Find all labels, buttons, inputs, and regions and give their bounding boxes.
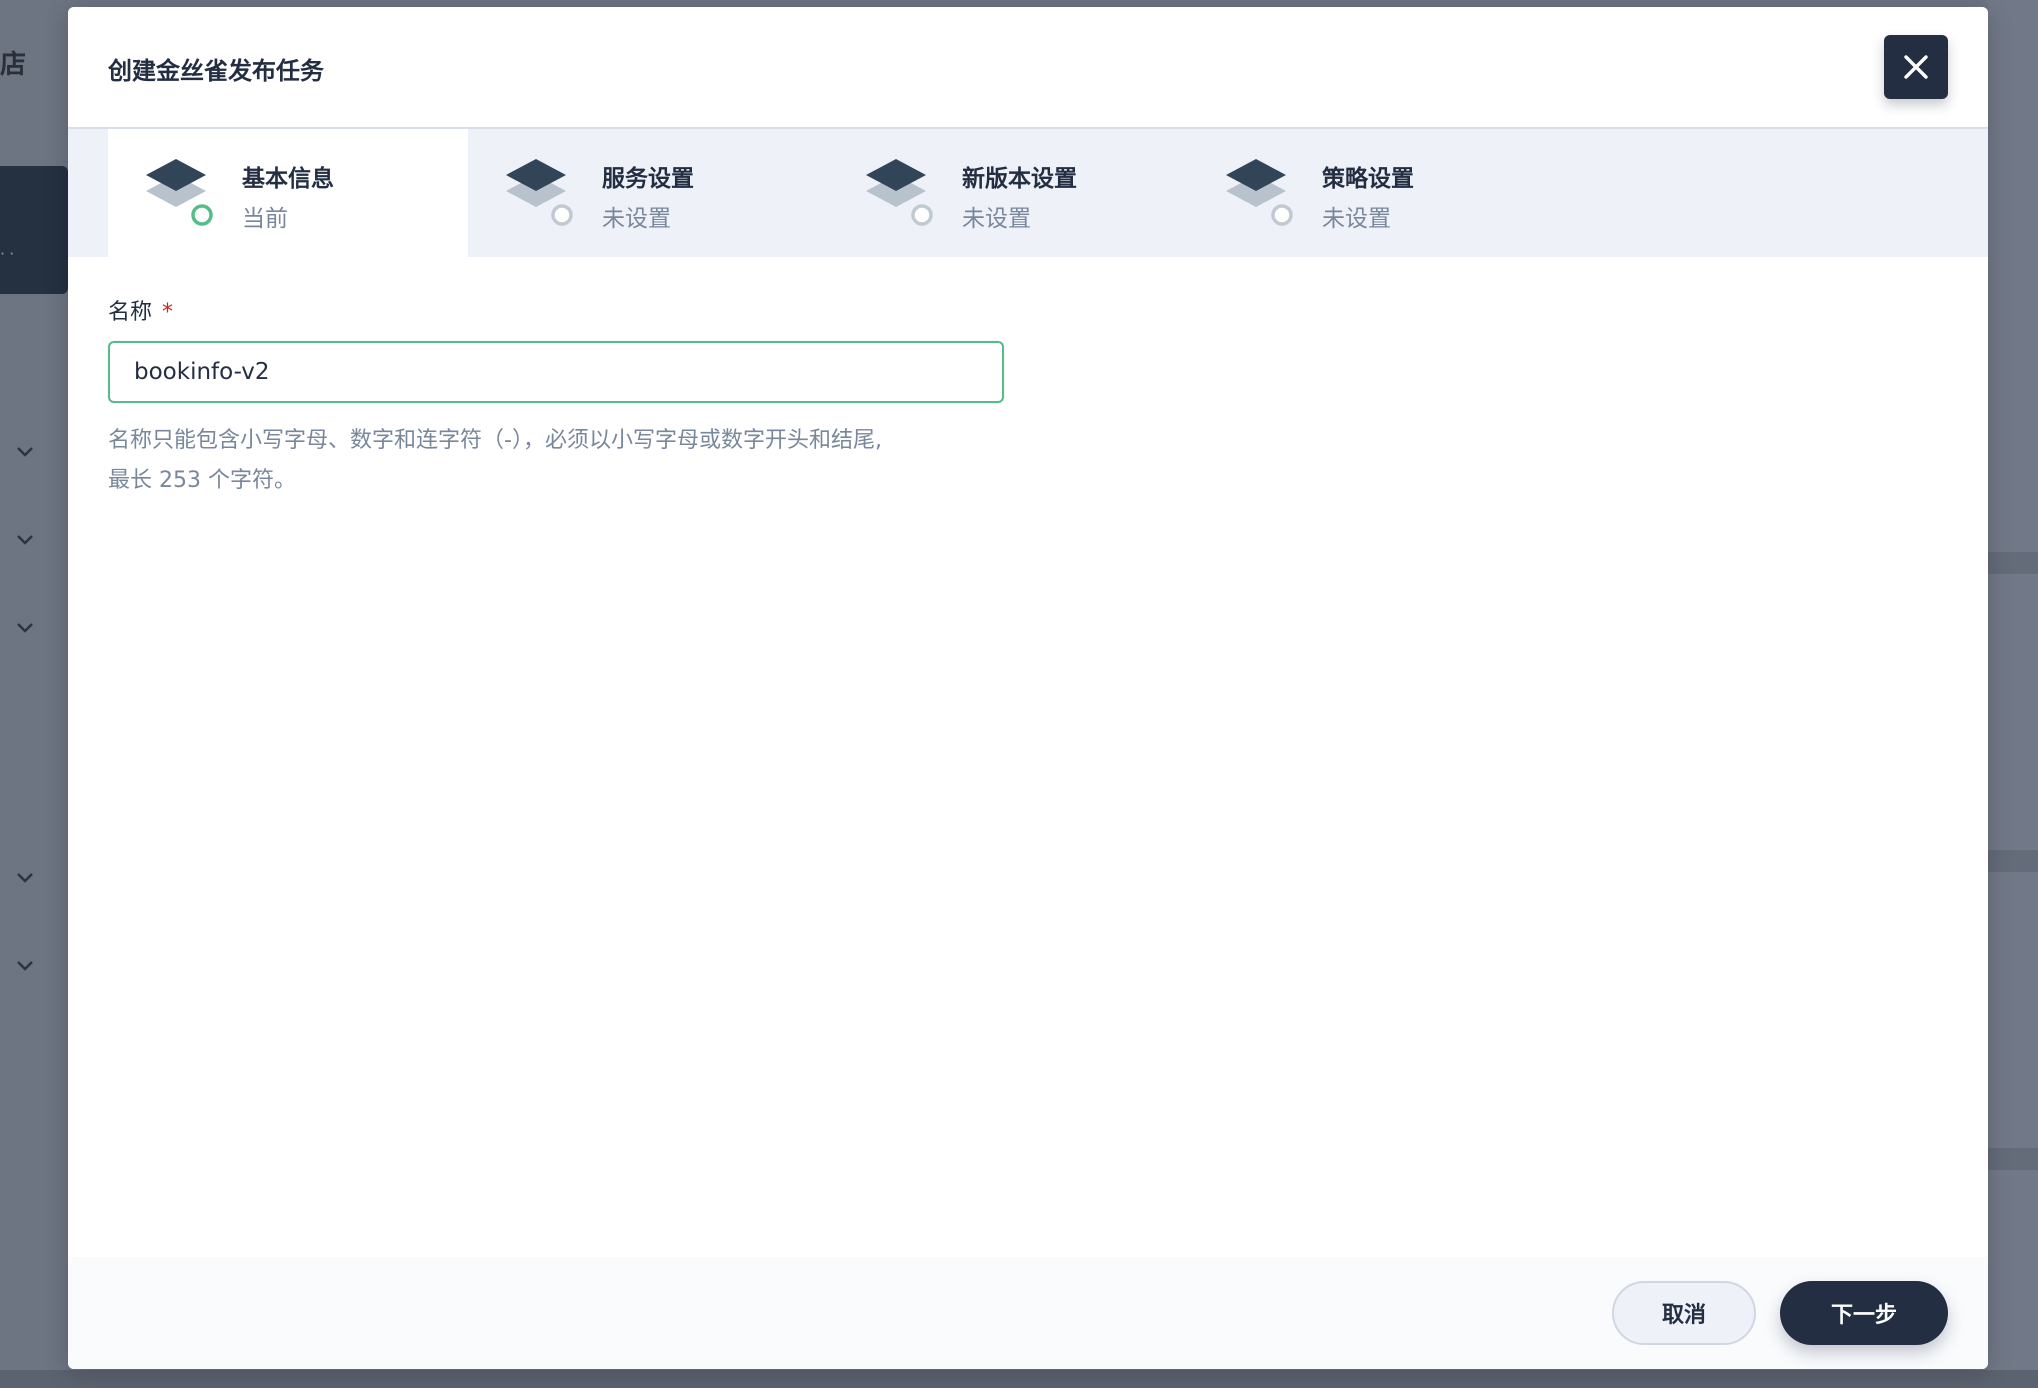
layers-icon bbox=[146, 159, 213, 226]
step-name: 策略设置 bbox=[1322, 166, 1414, 192]
modal-title: 创建金丝雀发布任务 bbox=[108, 57, 324, 85]
chevron-down-icon bbox=[14, 866, 36, 888]
layers-icon bbox=[1226, 159, 1293, 226]
step-new-version-settings[interactable]: 新版本设置 未设置 bbox=[828, 129, 1188, 257]
required-mark: * bbox=[162, 300, 174, 325]
step-name: 新版本设置 bbox=[962, 166, 1077, 192]
name-field-hint: 名称只能包含小写字母、数字和连字符（-），必须以小写字母或数字开头和结尾, 最长… bbox=[108, 421, 1008, 501]
chevron-down-icon bbox=[14, 528, 36, 550]
step-status: 当前 bbox=[242, 206, 288, 232]
step-status: 未设置 bbox=[1322, 206, 1391, 232]
step-bar: 基本信息 当前 服务设置 未设置 新版本设置 未设置 策略设置 未设置 bbox=[68, 129, 1988, 257]
step-name: 服务设置 bbox=[602, 166, 694, 192]
step-status: 未设置 bbox=[962, 206, 1031, 232]
step-status-ring-icon bbox=[191, 204, 213, 226]
chevron-down-icon bbox=[14, 954, 36, 976]
background-ellipsis: ·· bbox=[0, 244, 19, 263]
next-step-button[interactable]: 下一步 bbox=[1780, 1281, 1948, 1345]
step-status-ring-icon bbox=[1271, 204, 1293, 226]
step-basic-info[interactable]: 基本信息 当前 bbox=[108, 129, 468, 257]
background-divider bbox=[1988, 850, 2038, 872]
chevron-down-icon bbox=[14, 616, 36, 638]
close-button[interactable] bbox=[1884, 35, 1948, 99]
step-name: 基本信息 bbox=[242, 166, 334, 192]
step-status: 未设置 bbox=[602, 206, 671, 232]
step-status-ring-icon bbox=[551, 204, 573, 226]
create-canary-release-modal: 创建金丝雀发布任务 基本信息 当前 服务设置 未设置 新版本设置 未设置 策略设… bbox=[68, 7, 1988, 1369]
background-content-edge bbox=[1988, 0, 2038, 1388]
hint-line: 最长 253 个字符。 bbox=[108, 468, 296, 493]
modal-footer: 取消 下一步 bbox=[68, 1257, 1988, 1369]
layers-icon bbox=[506, 159, 573, 226]
background-divider bbox=[1988, 1148, 2038, 1170]
background-store-text: 店 bbox=[0, 50, 27, 80]
background-divider bbox=[1988, 552, 2038, 574]
layers-icon bbox=[866, 159, 933, 226]
cancel-button[interactable]: 取消 bbox=[1612, 1281, 1756, 1345]
modal-header: 创建金丝雀发布任务 bbox=[68, 7, 1988, 129]
step-service-settings[interactable]: 服务设置 未设置 bbox=[468, 129, 828, 257]
step-strategy-settings[interactable]: 策略设置 未设置 bbox=[1188, 129, 1548, 257]
chevron-down-icon bbox=[14, 440, 36, 462]
name-input[interactable] bbox=[108, 341, 1004, 403]
basic-info-form: 名称 * 名称只能包含小写字母、数字和连字符（-），必须以小写字母或数字开头和结尾… bbox=[108, 297, 1008, 493]
hint-line: 名称只能包含小写字母、数字和连字符（-），必须以小写字母或数字开头和结尾, bbox=[108, 428, 882, 453]
step-status-ring-icon bbox=[911, 204, 933, 226]
background-nav-card bbox=[0, 166, 68, 294]
name-label-text: 名称 bbox=[108, 300, 153, 325]
background-bottom-bar bbox=[0, 1370, 2038, 1388]
name-field-label: 名称 * bbox=[108, 297, 1008, 329]
close-icon bbox=[1904, 55, 1928, 79]
